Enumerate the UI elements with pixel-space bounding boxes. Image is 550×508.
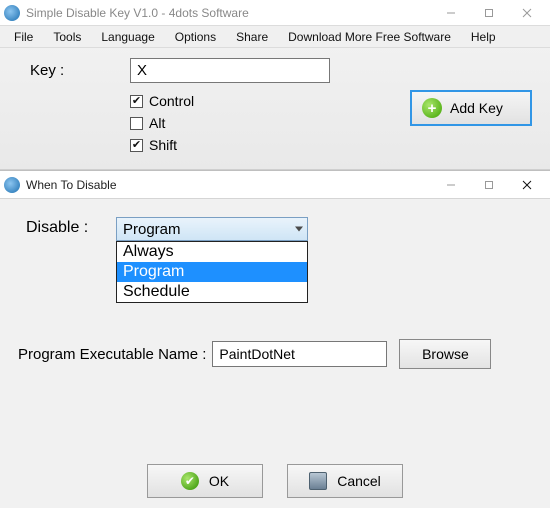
exe-label: Program Executable Name : [18, 346, 206, 363]
disable-dropdown: Always Program Schedule [116, 241, 308, 303]
checkbox-alt-label: Alt [149, 115, 165, 131]
checkbox-shift-label: Shift [149, 137, 177, 153]
menu-help[interactable]: Help [463, 28, 504, 46]
cancel-button[interactable]: Cancel [287, 464, 403, 498]
main-title: Simple Disable Key V1.0 - 4dots Software [26, 6, 432, 20]
option-program[interactable]: Program [117, 262, 307, 282]
disable-combobox-value: Program [123, 221, 181, 238]
main-titlebar: Simple Disable Key V1.0 - 4dots Software [0, 0, 550, 26]
cancel-icon [309, 472, 327, 490]
menu-language[interactable]: Language [93, 28, 162, 46]
dialog-title: When To Disable [26, 178, 432, 192]
close-button[interactable] [508, 2, 546, 24]
dialog-app-icon [4, 177, 20, 193]
option-schedule[interactable]: Schedule [117, 282, 307, 302]
minimize-button[interactable] [432, 2, 470, 24]
checkbox-shift[interactable]: ✔ Shift [130, 137, 536, 153]
maximize-button[interactable] [470, 2, 508, 24]
checkbox-shift-box: ✔ [130, 139, 143, 152]
add-key-button[interactable]: + Add Key [410, 90, 532, 126]
plus-icon: + [422, 98, 442, 118]
browse-label: Browse [422, 346, 469, 362]
checkbox-control-box: ✔ [130, 95, 143, 108]
dialog-minimize-button[interactable] [432, 174, 470, 196]
cancel-label: Cancel [337, 473, 381, 489]
chevron-down-icon [295, 227, 303, 232]
key-label: Key : [30, 62, 130, 79]
ok-label: OK [209, 473, 229, 489]
menubar: File Tools Language Options Share Downlo… [0, 26, 550, 48]
disable-label: Disable : [26, 217, 116, 237]
browse-button[interactable]: Browse [399, 339, 491, 369]
checkbox-control-label: Control [149, 93, 194, 109]
add-key-label: Add Key [450, 100, 503, 116]
ok-button[interactable]: ✔ OK [147, 464, 263, 498]
checkbox-alt-box [130, 117, 143, 130]
dialog-close-button[interactable] [508, 174, 546, 196]
menu-tools[interactable]: Tools [45, 28, 89, 46]
disable-combobox[interactable]: Program [116, 217, 308, 241]
check-icon: ✔ [181, 472, 199, 490]
menu-options[interactable]: Options [167, 28, 224, 46]
menu-download[interactable]: Download More Free Software [280, 28, 459, 46]
option-always[interactable]: Always [117, 242, 307, 262]
main-window: Simple Disable Key V1.0 - 4dots Software… [0, 0, 550, 170]
dialog-titlebar: When To Disable [0, 171, 550, 199]
key-input[interactable] [130, 58, 330, 83]
menu-share[interactable]: Share [228, 28, 276, 46]
when-to-disable-dialog: When To Disable Disable : Program Always… [0, 170, 550, 508]
dialog-maximize-button[interactable] [470, 174, 508, 196]
app-icon [4, 5, 20, 21]
menu-file[interactable]: File [6, 28, 41, 46]
exe-input[interactable] [212, 341, 387, 367]
